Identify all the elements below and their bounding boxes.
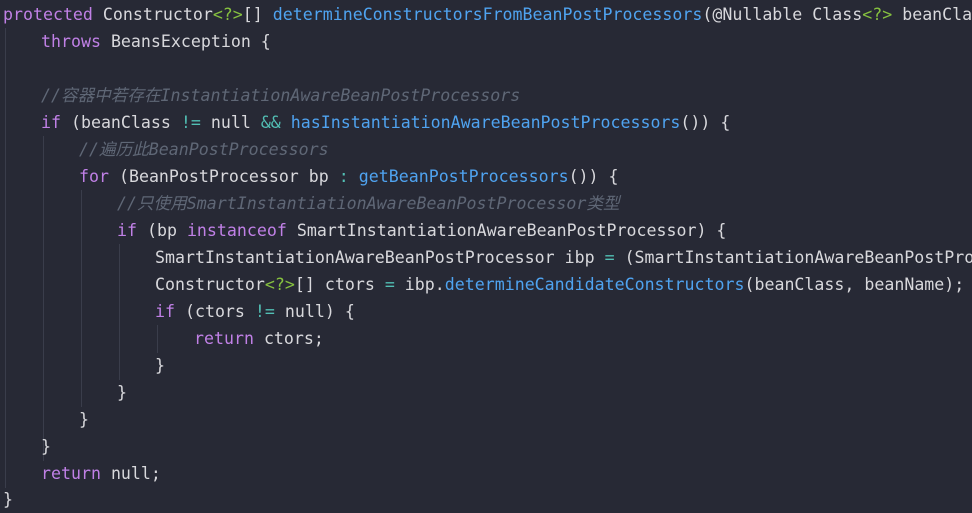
keyword: throws [41, 32, 101, 51]
closing-brace: } [117, 383, 127, 402]
code-editor[interactable]: protected Constructor<?>[] determineCons… [0, 0, 972, 513]
code-text: beanClass, [902, 5, 972, 24]
indent-guide-4 [119, 244, 120, 380]
generic-wildcard: <?> [264, 275, 295, 294]
indent-guide-5 [157, 325, 158, 353]
code-text: null [200, 113, 261, 132]
code-text: (beanClass [60, 113, 181, 132]
code-line-ctors[interactable]: Constructor<?>[] ctors = ibp.determineCa… [155, 271, 964, 298]
code-line-return-ctors[interactable]: return ctors; [194, 325, 324, 352]
operator: : [338, 167, 349, 186]
code-line-comment-3[interactable]: //只使用SmartInstantiationAwareBeanPostProc… [117, 190, 620, 217]
code-line-2[interactable]: throws BeansException { [41, 28, 271, 55]
code-line-ibp-cast[interactable]: SmartInstantiationAwareBeanPostProcessor… [155, 244, 972, 271]
code-text: BeansException { [100, 32, 271, 51]
comment: //只使用SmartInstantiationAwareBeanPostProc… [117, 194, 620, 213]
code-line-if-ctors[interactable]: if (ctors != null) { [155, 298, 355, 325]
operator: != [254, 302, 275, 321]
indent-guide-2 [43, 136, 44, 461]
code-line-brace[interactable]: } [41, 433, 51, 460]
method-name: determineConstructorsFromBeanPostProcess… [272, 5, 703, 24]
code-text: (@Nullable Class [702, 5, 863, 24]
keyword: if [117, 221, 137, 240]
operator: = [384, 275, 395, 294]
code-line-comment-1[interactable]: //容器中若存在InstantiationAwareBeanPostProces… [41, 82, 520, 109]
code-text: (BeanPostProcessor bp [108, 167, 339, 186]
code-text: (SmartInstantiationAwareBeanPostProcess [624, 248, 972, 267]
code-text: (ctors [174, 302, 255, 321]
code-text: Constructor [155, 275, 265, 294]
keyword: return [41, 464, 101, 483]
comment: //容器中若存在InstantiationAwareBeanPostProces… [41, 86, 521, 105]
closing-brace: } [41, 437, 51, 456]
code-text: null; [100, 464, 161, 483]
code-line-brace[interactable]: } [79, 406, 89, 433]
code-text: (beanClass, beanName); [744, 275, 965, 294]
keyword: if [41, 113, 61, 132]
code-line-1[interactable]: protected Constructor<?>[] determineCons… [3, 1, 972, 28]
code-text: SmartInstantiationAwareBeanPostProcessor… [286, 221, 727, 240]
keyword: protected [3, 5, 93, 24]
generic-wildcard: <?> [862, 5, 893, 24]
code-text: ()) { [568, 167, 619, 186]
closing-brace: } [3, 490, 13, 509]
indent-guide-3 [81, 190, 82, 407]
keyword: if [155, 302, 175, 321]
operator: = [604, 248, 615, 267]
closing-brace: } [155, 356, 165, 375]
code-text: [] ctors [294, 275, 385, 294]
comment: //遍历此BeanPostProcessors [79, 140, 329, 159]
closing-brace: } [79, 410, 89, 429]
code-text: ibp. [394, 275, 445, 294]
keyword: for [79, 167, 109, 186]
code-text: (bp [136, 221, 187, 240]
code-text: Constructor [92, 5, 213, 24]
generic-wildcard: <?> [212, 5, 243, 24]
method-name: hasInstantiationAwareBeanPostProcessors [290, 113, 681, 132]
keyword: instanceof [186, 221, 287, 240]
code-line-if-instanceof[interactable]: if (bp instanceof SmartInstantiationAwar… [117, 217, 726, 244]
code-line-brace[interactable]: } [117, 379, 127, 406]
code-line-comment-2[interactable]: //遍历此BeanPostProcessors [79, 136, 329, 163]
operator: && [260, 113, 281, 132]
code-text: null) { [274, 302, 355, 321]
code-line-brace[interactable]: } [155, 352, 165, 379]
code-line-return-null[interactable]: return null; [41, 460, 161, 487]
keyword: return [194, 329, 254, 348]
code-line-for[interactable]: for (BeanPostProcessor bp : getBeanPostP… [79, 163, 619, 190]
code-line-brace[interactable]: } [3, 486, 13, 513]
code-text: ()) { [680, 113, 731, 132]
code-text: [] [242, 5, 273, 24]
method-name: determineCandidateConstructors [444, 275, 745, 294]
method-name: getBeanPostProcessors [358, 167, 569, 186]
indent-guide-1 [5, 28, 6, 488]
code-line-if-beanclass[interactable]: if (beanClass != null && hasInstantiatio… [41, 109, 730, 136]
code-text: ctors; [253, 329, 324, 348]
code-text: SmartInstantiationAwareBeanPostProcessor… [155, 248, 605, 267]
operator: != [180, 113, 201, 132]
